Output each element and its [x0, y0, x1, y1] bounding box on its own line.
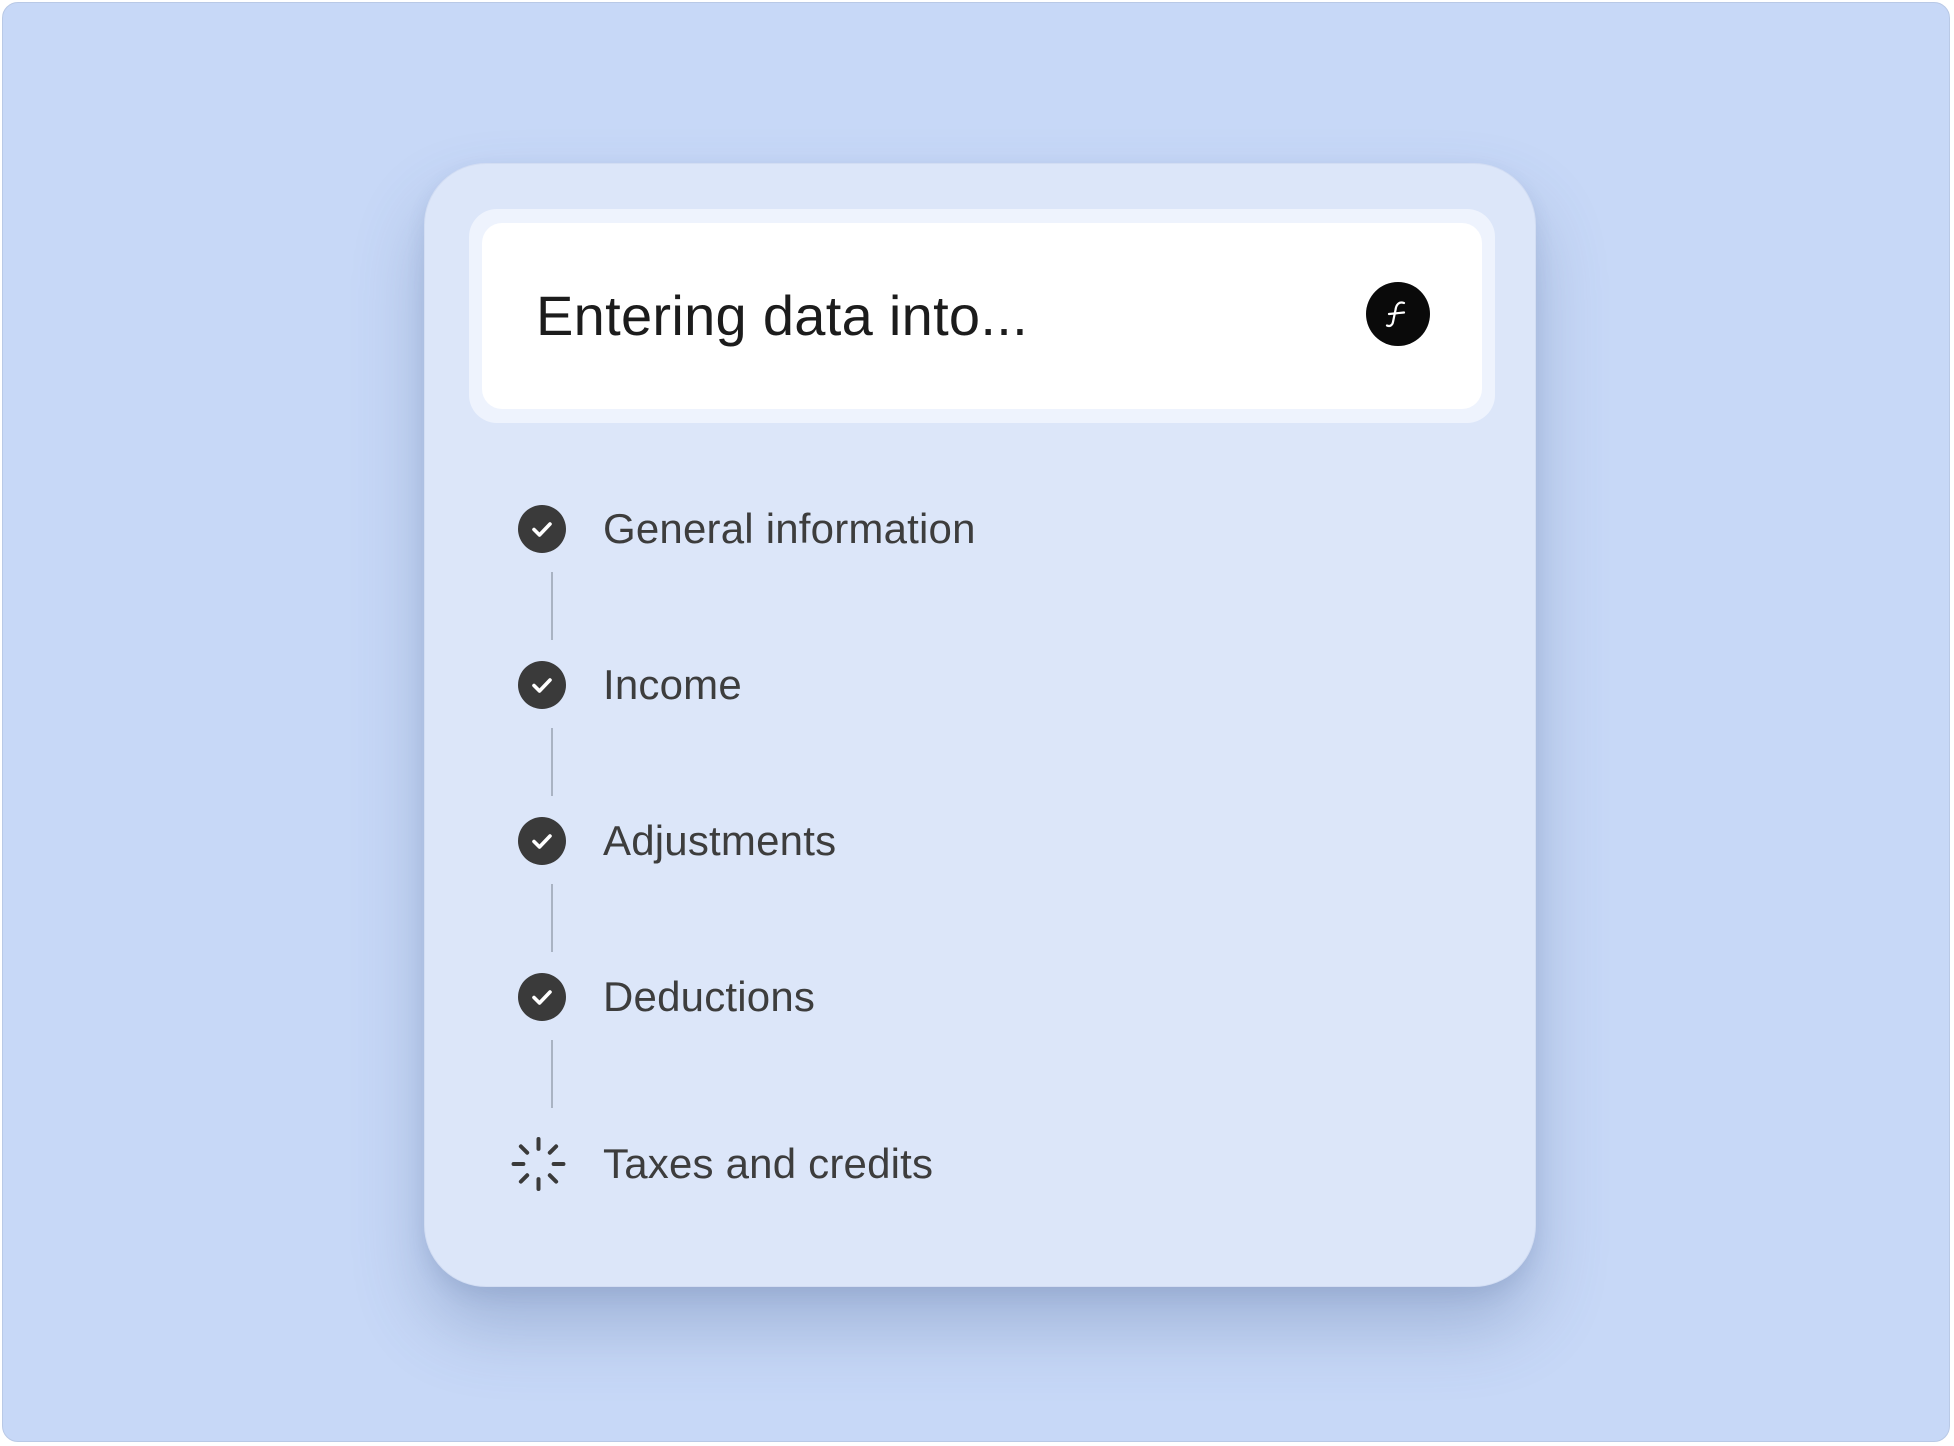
step-income: Income [517, 655, 742, 715]
step-deductions: Deductions [517, 967, 815, 1027]
loading-spinner-icon [511, 1137, 567, 1191]
progress-card: Entering data into... General informatio… [424, 163, 1536, 1287]
step-general-information: General information [517, 499, 976, 559]
step-adjustments: Adjustments [517, 811, 836, 871]
step-label: Taxes and credits [603, 1140, 934, 1187]
step-connector [551, 728, 553, 796]
step-connector [551, 1040, 553, 1108]
step-taxes-and-credits: Taxes and credits [511, 1134, 934, 1194]
check-circle-icon [517, 972, 567, 1022]
check-circle-icon [517, 816, 567, 866]
step-label: General information [603, 505, 976, 552]
check-circle-icon [517, 504, 567, 554]
step-label: Adjustments [603, 817, 837, 864]
background-frame: Entering data into... General informatio… [2, 2, 1950, 1442]
step-list: General information Income Adjustments D… [425, 164, 1535, 1286]
step-connector [551, 572, 553, 640]
check-circle-icon [517, 660, 567, 710]
step-connector [551, 884, 553, 952]
step-label: Income [603, 661, 742, 708]
step-label: Deductions [603, 973, 816, 1020]
